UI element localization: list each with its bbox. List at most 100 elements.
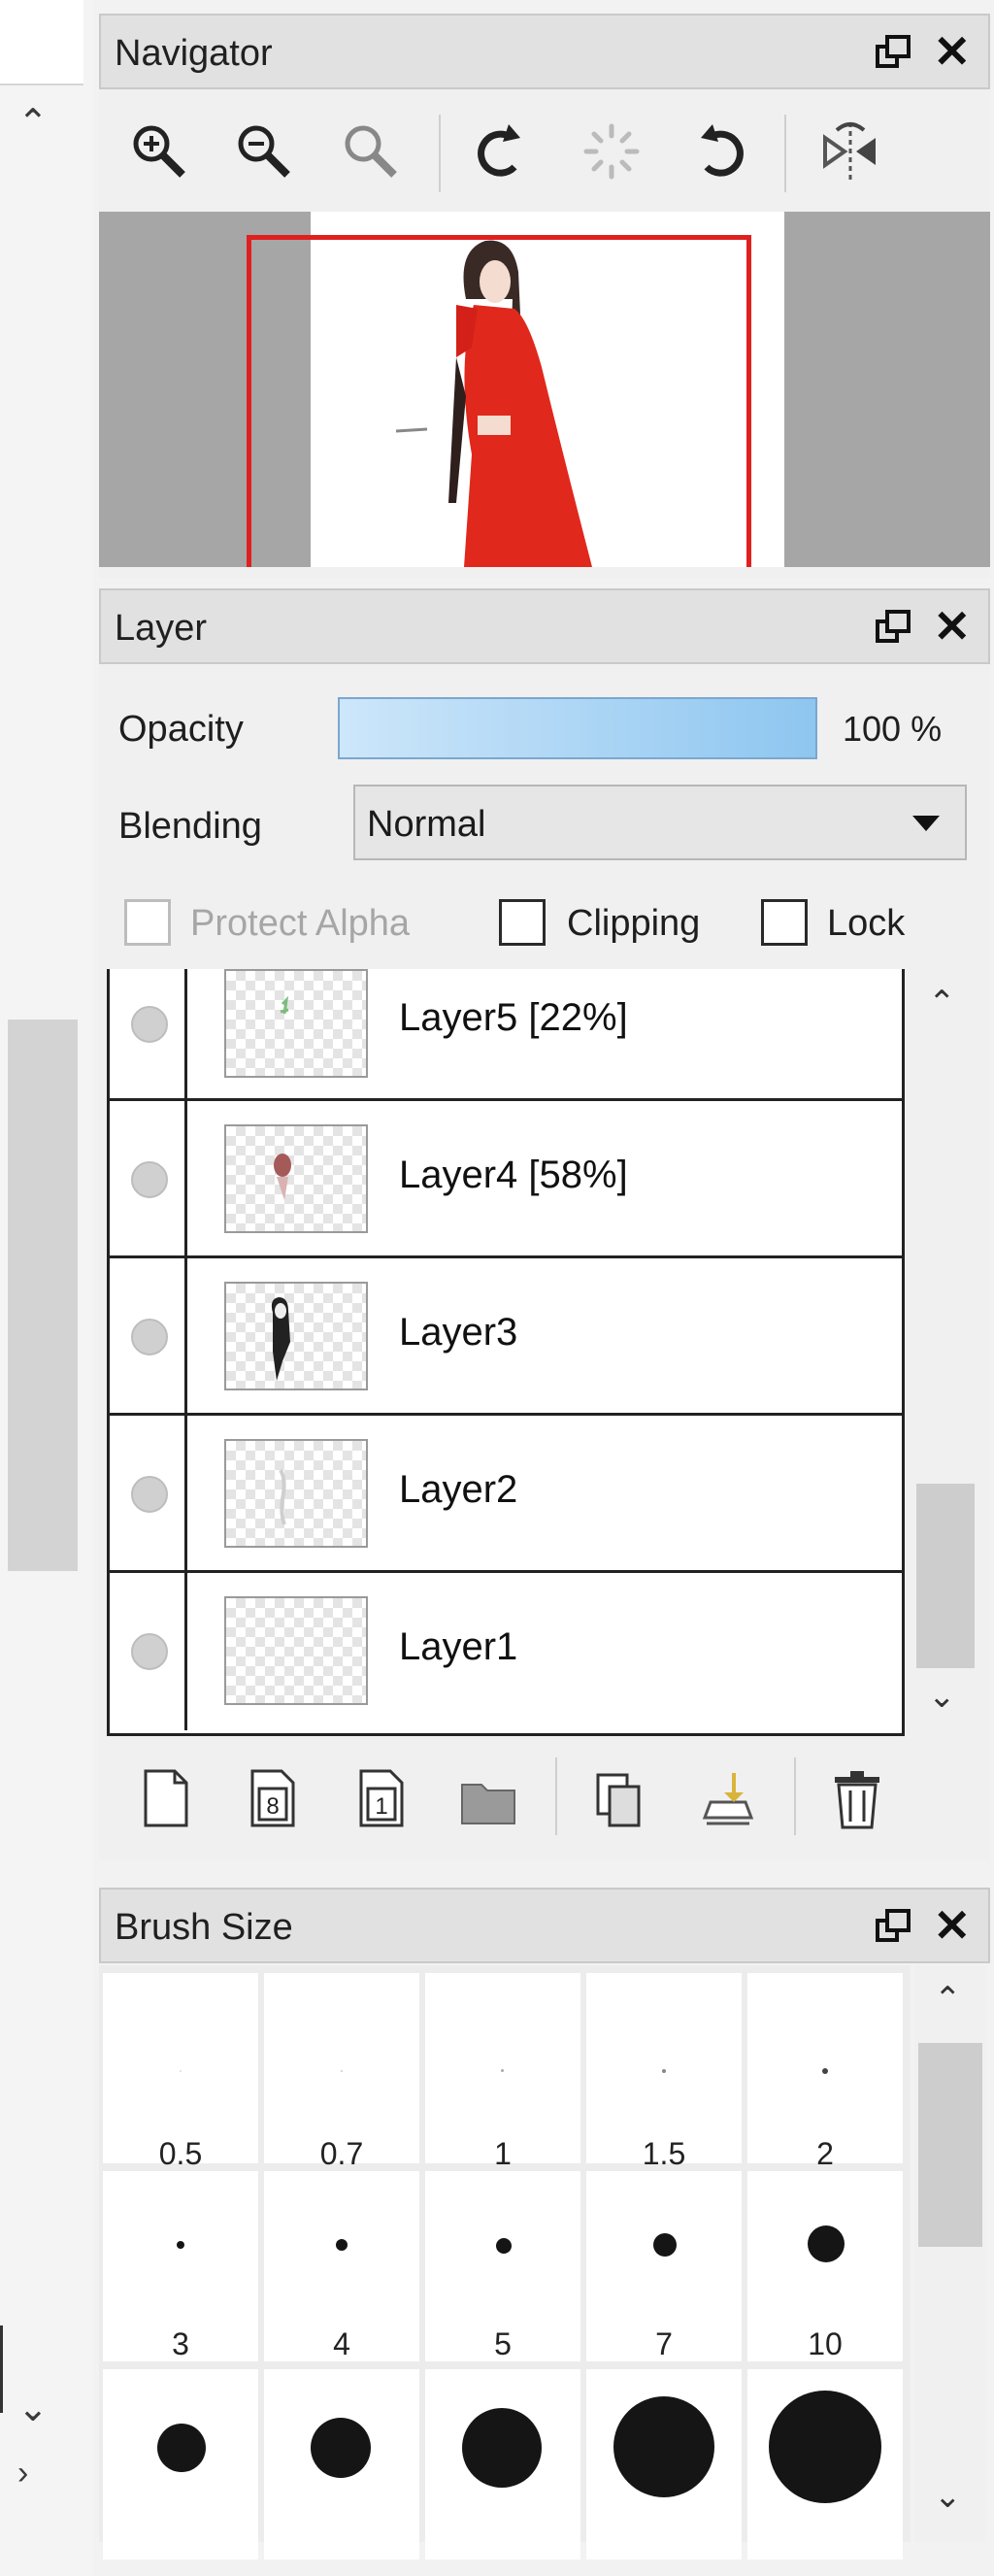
svg-text:8: 8 [266, 1793, 279, 1820]
new-8bit-layer-icon[interactable]: 8 [243, 1763, 303, 1833]
left-divider [0, 2325, 3, 2413]
brush-size-value: 0.5 [158, 2136, 203, 2171]
opacity-label: Opacity [118, 709, 244, 750]
clipping-checkbox[interactable] [499, 899, 546, 946]
brush-size-value: 3 [172, 2326, 189, 2361]
left-scrollbar-thumb[interactable] [8, 1020, 78, 1571]
rotate-left-icon[interactable] [466, 117, 536, 186]
zoom-reset-icon[interactable] [336, 117, 406, 186]
layer-scrollbar[interactable]: ⌃ ⌄ [911, 969, 980, 1736]
brush-size-cell[interactable]: 2 [747, 1973, 903, 2171]
brush-scrollbar-thumb[interactable] [918, 2043, 982, 2247]
visibility-column [110, 969, 187, 1098]
protect-alpha-checkbox[interactable] [124, 899, 171, 946]
close-icon[interactable]: ✕ [933, 1903, 971, 1948]
close-icon[interactable]: ✕ [933, 29, 971, 74]
brush-size-value: 1.5 [642, 2136, 686, 2171]
brush-size-cell[interactable] [747, 2369, 903, 2559]
brush-size-value: 2 [816, 2136, 834, 2171]
brush-size-value: 4 [333, 2326, 350, 2361]
layer-row[interactable]: Layer4 [58%] [110, 1101, 902, 1258]
chevron-down-icon[interactable]: ⌄ [17, 2391, 49, 2427]
brush-size-cell[interactable] [425, 2369, 580, 2559]
brush-size-cell[interactable] [103, 2369, 258, 2559]
brush-size-cell[interactable]: 1 [425, 1973, 580, 2171]
brush-size-value: 5 [494, 2326, 512, 2361]
delete-layer-icon[interactable] [827, 1763, 887, 1833]
visibility-column [110, 1573, 187, 1730]
brush-size-cell[interactable]: 1.5 [586, 1973, 742, 2171]
blending-value: Normal [367, 804, 486, 845]
layer-name: Layer4 [58%] [399, 1154, 628, 1196]
layer-name: Layer5 [22%] [399, 996, 628, 1039]
svg-text:1: 1 [375, 1793, 387, 1820]
close-icon[interactable]: ✕ [933, 604, 971, 649]
toolbar-separator [784, 115, 786, 192]
layer-row[interactable]: Layer5 [22%] [110, 969, 902, 1101]
layer-thumbnail [224, 1596, 368, 1705]
duplicate-layer-icon[interactable] [590, 1763, 650, 1833]
zoom-in-icon[interactable] [124, 117, 194, 186]
visibility-toggle-icon[interactable] [131, 1476, 168, 1513]
brush-size-value: 1 [494, 2136, 512, 2171]
layer-row[interactable]: Layer3 [110, 1258, 902, 1416]
float-window-icon[interactable] [874, 608, 912, 647]
lock-label: Lock [827, 903, 906, 944]
float-window-icon[interactable] [874, 33, 912, 72]
brush-size-cell[interactable]: 0.7 [264, 1973, 419, 2171]
lock-checkbox[interactable] [761, 899, 808, 946]
zoom-out-icon[interactable] [229, 117, 299, 186]
layer-title: Layer [115, 608, 208, 649]
opacity-value: 100 % [843, 709, 943, 749]
merge-down-icon[interactable] [697, 1763, 757, 1833]
new-layer-icon[interactable] [136, 1763, 196, 1833]
chevron-up-icon[interactable]: ⌃ [934, 1983, 962, 2016]
float-window-icon[interactable] [874, 1907, 912, 1946]
blending-label: Blending [118, 806, 262, 847]
protect-alpha-label: Protect Alpha [190, 903, 411, 944]
navigator-preview[interactable] [99, 212, 990, 567]
new-1bit-layer-icon[interactable]: 1 [351, 1763, 412, 1833]
brush-size-cell[interactable]: 7 [586, 2171, 742, 2361]
brush-size-value: 0.7 [319, 2136, 364, 2171]
layer-scrollbar-thumb[interactable] [916, 1484, 975, 1668]
rotate-reset-icon[interactable] [577, 117, 646, 186]
layer-header: Layer ✕ [99, 588, 990, 664]
chevron-down-icon[interactable]: ⌄ [934, 2480, 962, 2513]
visibility-column [110, 1258, 187, 1413]
clipping-label: Clipping [567, 903, 701, 944]
rotate-right-icon[interactable] [685, 117, 755, 186]
blending-select[interactable]: Normal [353, 785, 967, 860]
brush-size-value: 10 [808, 2326, 843, 2361]
chevron-up-icon[interactable]: ⌃ [928, 987, 956, 1020]
brush-size-title: Brush Size [115, 1907, 293, 1948]
left-scroll-strip: ⌃ ⌄ › [0, 0, 93, 2576]
chevron-down-icon[interactable]: ⌄ [928, 1680, 956, 1713]
toolbar-separator [439, 115, 441, 192]
brush-size-cell[interactable]: 5 [425, 2171, 580, 2361]
visibility-toggle-icon[interactable] [131, 1006, 168, 1043]
opacity-slider[interactable] [338, 697, 817, 759]
brush-size-cell[interactable]: 3 [103, 2171, 258, 2361]
visibility-column [110, 1416, 187, 1570]
visibility-toggle-icon[interactable] [131, 1633, 168, 1670]
layer-row[interactable]: Layer1 [110, 1573, 902, 1730]
visibility-toggle-icon[interactable] [131, 1319, 168, 1355]
new-folder-icon[interactable] [458, 1763, 518, 1833]
brush-size-cell[interactable] [586, 2369, 742, 2559]
brush-size-cell[interactable]: 0.5 [103, 1973, 258, 2171]
brush-size-cell[interactable]: 4 [264, 2171, 419, 2361]
brush-size-cell[interactable]: 10 [747, 2171, 903, 2361]
visibility-column [110, 1101, 187, 1255]
visibility-toggle-icon[interactable] [131, 1161, 168, 1198]
layer-row[interactable]: Layer2 [110, 1416, 902, 1573]
dropdown-arrow-icon [912, 816, 940, 831]
viewport-rectangle[interactable] [247, 235, 751, 567]
flip-horizontal-icon[interactable] [815, 117, 885, 186]
layer-thumbnail [224, 969, 368, 1078]
chevron-right-icon[interactable]: › [17, 2457, 28, 2490]
brush-size-cell[interactable] [264, 2369, 419, 2559]
toolbar-separator [794, 1757, 796, 1835]
chevron-up-icon[interactable]: ⌃ [17, 105, 49, 142]
brush-size-scrollbar[interactable]: ⌃ ⌄ [914, 1965, 986, 2542]
